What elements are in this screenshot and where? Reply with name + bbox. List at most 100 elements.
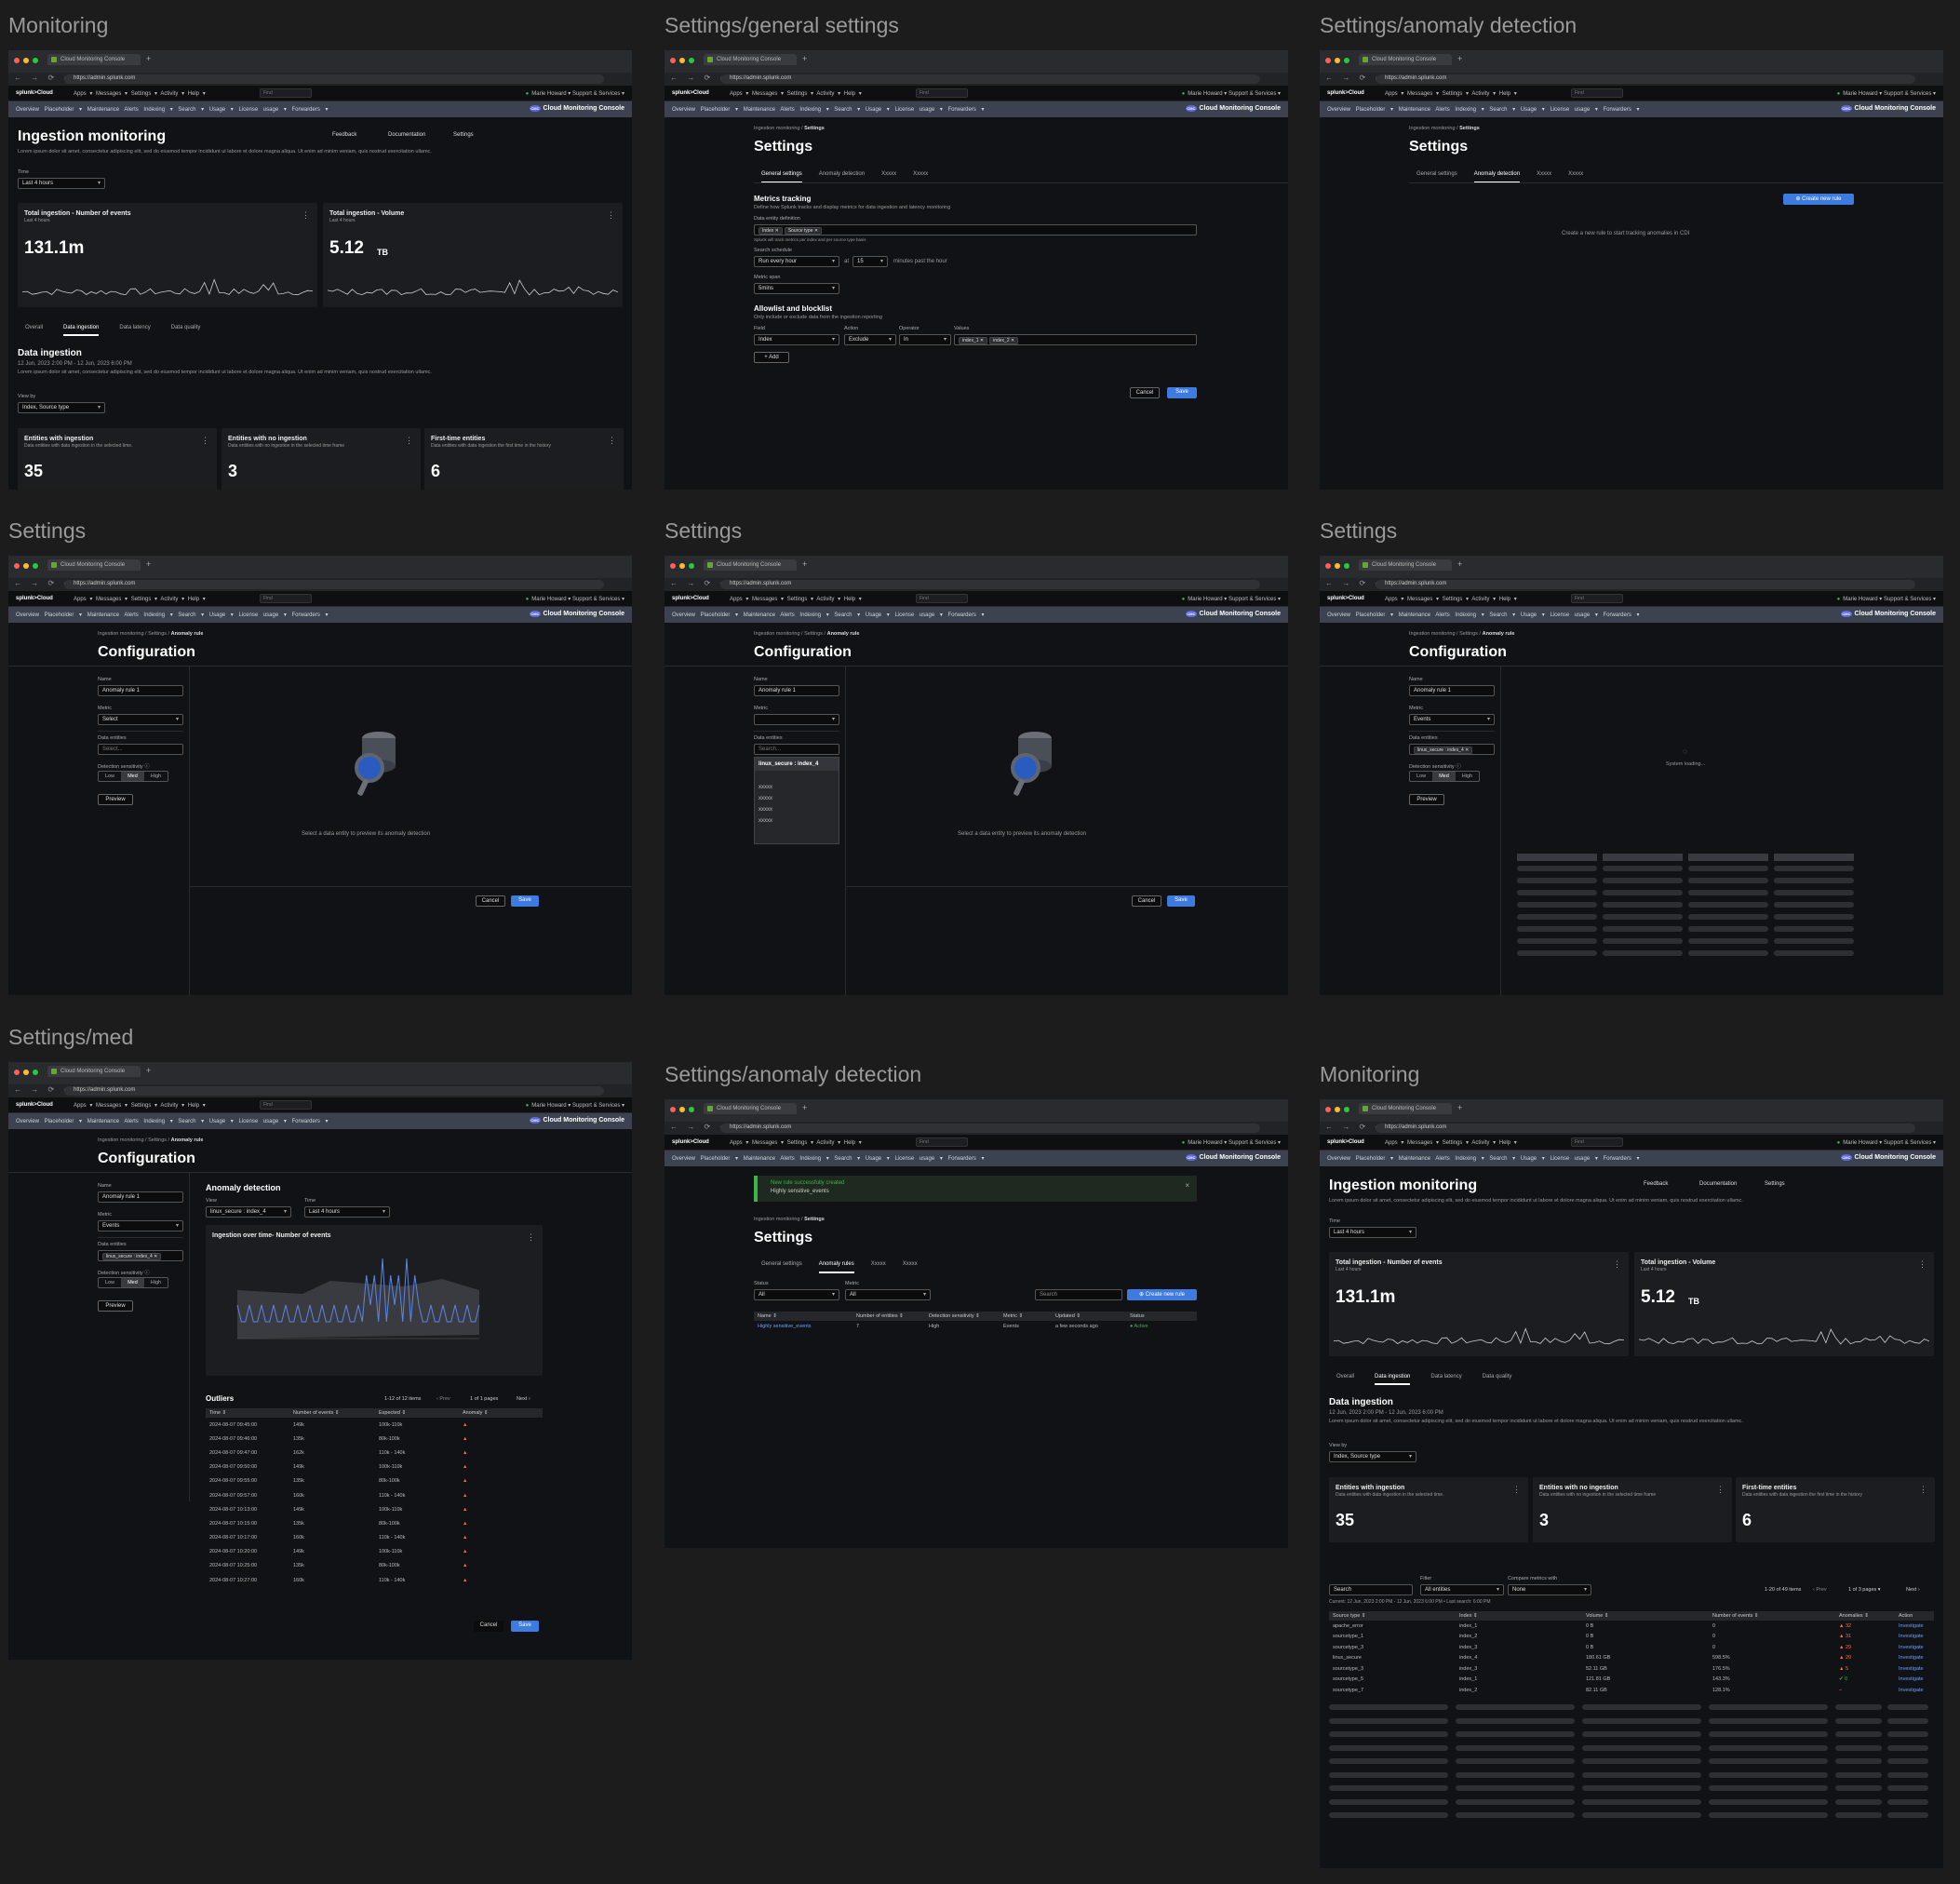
metric-select[interactable] [754,714,839,725]
add-button[interactable]: + Add [754,352,789,363]
value-pill[interactable]: index_1 ✕ [959,337,988,344]
kebab-icon[interactable]: ⋮ [608,436,616,446]
settings-button[interactable]: Settings [453,132,474,138]
value-pill[interactable]: index_2 ✕ [989,337,1019,344]
create-rule-button[interactable]: ⊕ Create new rule [1783,194,1854,205]
search-input[interactable]: Search [1329,1584,1413,1595]
app-menus[interactable]: Apps ▾ Messages ▾ Settings ▾ Activity ▾ … [1385,596,1517,602]
splunk-logo[interactable]: splunk>Cloud [16,1102,53,1108]
window-dot[interactable] [33,1070,38,1075]
entity-pill[interactable]: Index ✕ [758,227,783,235]
new-tab-icon[interactable]: + [802,54,807,63]
user-menu[interactable]: Marie Howard ▾ Support & Services ▾ [1182,90,1281,97]
find-input[interactable]: Find [260,88,312,98]
preview-button[interactable]: Preview [1409,794,1444,805]
status-select[interactable]: All [754,1289,839,1300]
cancel-button[interactable]: Cancel [1132,895,1161,907]
app-menus[interactable]: Apps ▾ Messages ▾ Settings ▾ Activity ▾ … [74,596,206,602]
user-menu[interactable]: Marie Howard ▾ Support & Services ▾ [526,90,624,97]
search-input[interactable]: Search [1035,1289,1122,1300]
crumb-link[interactable]: Ingestion monitoring [1409,126,1456,131]
metric-select[interactable]: Events [98,1220,183,1231]
sensitivity-toggle[interactable]: Low Med High [98,771,169,782]
new-tab-icon[interactable]: + [1457,54,1462,63]
window-controls[interactable] [670,1107,694,1112]
table-row[interactable]: 2024-08-07 09:55:00 135k 80k-100k ▲ [206,1474,543,1488]
browser-tab[interactable]: Cloud Monitoring Console [1359,559,1452,571]
next-button[interactable]: Next › [517,1396,530,1402]
subnav-items[interactable]: Overview Placeholder ▾ Maintenance Alert… [16,106,329,113]
sensitivity-low[interactable]: Low [99,772,121,781]
entity-input[interactable]: Index ✕ Source type ✕ [754,224,1197,236]
window-dot[interactable] [1335,1107,1340,1112]
window-controls[interactable] [14,1070,38,1075]
entities-search[interactable]: Search... [754,744,839,755]
table-cell[interactable]: Highly sensitive_events [754,1324,852,1329]
browser-tab[interactable]: Cloud Monitoring Console [1359,1103,1452,1114]
kebab-icon[interactable]: ⋮ [527,1232,535,1243]
nav-arrows-icon[interactable]: ← → ⟳ ⌂ [670,579,728,587]
table-row[interactable]: sourcetype_3 index_3 0 B 0 ▲ 29 Investigate [1329,1642,1934,1653]
browser-tab[interactable]: Cloud Monitoring Console [704,1103,797,1114]
subnav-items[interactable]: Overview Placeholder ▾ Maintenance Alert… [1327,612,1640,618]
user-menu[interactable]: Marie Howard ▾ Support & Services ▾ [526,596,624,602]
window-dot[interactable] [1344,1107,1349,1112]
browser-tab[interactable]: Cloud Monitoring Console [704,54,797,65]
table-row[interactable]: 2024-08-07 10:20:00 149k 100k-110k ▲ [206,1545,543,1559]
url-field[interactable]: https://admin.splunk.com [720,580,1260,589]
url-field[interactable]: https://admin.splunk.com [1376,580,1915,589]
column-header[interactable]: Anomalies ⇕ [1835,1613,1895,1619]
column-header[interactable]: Volume ⇕ [1582,1613,1709,1619]
name-input[interactable]: Anomaly rule 1 [98,685,183,696]
tab-data-ingestion[interactable]: Data ingestion [1375,1374,1411,1385]
subnav-items[interactable]: Overview Placeholder ▾ Maintenance Alert… [672,106,985,113]
entity-pill[interactable]: linux_secure : index_4 ✕ [1414,747,1473,754]
compare-select[interactable]: None [1508,1584,1591,1595]
column-header[interactable]: Source type ⇕ [1329,1613,1456,1619]
investigate-link[interactable]: Investigate [1895,1634,1934,1639]
user-menu[interactable]: Marie Howard ▾ Support & Services ▾ [1837,90,1936,97]
page-select[interactable]: 1 of 3 pages ▾ [1848,1587,1881,1593]
cancel-button[interactable]: Cancel [1130,387,1160,398]
kebab-icon[interactable]: ⋮ [1919,1485,1927,1495]
prev-button[interactable]: ‹ Prev [1813,1587,1827,1593]
op-select[interactable]: In [899,334,951,345]
metric-select[interactable]: Events [1409,714,1495,725]
create-rule-button[interactable]: ⊕ Create new rule [1127,1289,1197,1300]
subnav-items[interactable]: Overview Placeholder ▾ Maintenance Alert… [672,612,985,618]
window-dot[interactable] [670,58,676,63]
column-header[interactable]: Index ⇕ [1456,1613,1582,1619]
table-row[interactable]: Highly sensitive_events 7 High Events a few … [754,1321,1197,1332]
nav-arrows-icon[interactable]: ← → ⟳ ⌂ [670,74,728,82]
new-tab-icon[interactable]: + [802,559,807,569]
entities-dropdown[interactable]: linux_secure : index_4 xxxxx xxxxx xxxxx xxx… [754,757,839,844]
user-menu[interactable]: Marie Howard ▾ Support & Services ▾ [526,1102,624,1109]
sensitivity-low[interactable]: Low [99,1278,121,1287]
column-header[interactable]: Detection sensitivity ⇕ [925,1313,1000,1319]
find-input[interactable]: Find [916,594,968,603]
url-field[interactable]: https://admin.splunk.com [720,1124,1260,1133]
save-button[interactable]: Save [511,895,539,907]
investigate-link[interactable]: Investigate [1895,1666,1934,1672]
preview-button[interactable]: Preview [98,1300,133,1312]
save-button[interactable]: Save [1167,387,1197,398]
kebab-icon[interactable]: ⋮ [1613,1259,1621,1270]
time-select[interactable]: Last 4 hours [1329,1227,1416,1238]
window-dot[interactable] [689,1107,694,1112]
window-controls[interactable] [14,58,38,63]
splunk-logo[interactable]: splunk>Cloud [672,1139,709,1145]
column-header[interactable]: Action [1895,1613,1934,1619]
investigate-link[interactable]: Investigate [1895,1655,1934,1661]
url-field[interactable]: https://admin.splunk.com [64,74,604,84]
find-input[interactable]: Find [1571,88,1623,98]
window-dot[interactable] [1325,1107,1331,1112]
tab-0[interactable]: General settings [761,1261,802,1273]
column-header[interactable]: Number of events ⇕ [1709,1613,1835,1619]
splunk-logo[interactable]: splunk>Cloud [672,90,709,96]
window-dot[interactable] [679,58,685,63]
tab-1[interactable]: Anomaly rules [818,1261,854,1273]
tab-2[interactable]: Xxxxx [871,1261,886,1273]
find-input[interactable]: Find [260,594,312,603]
minutes-select[interactable]: 15 [852,256,888,267]
investigate-link[interactable]: Investigate [1895,1645,1934,1650]
